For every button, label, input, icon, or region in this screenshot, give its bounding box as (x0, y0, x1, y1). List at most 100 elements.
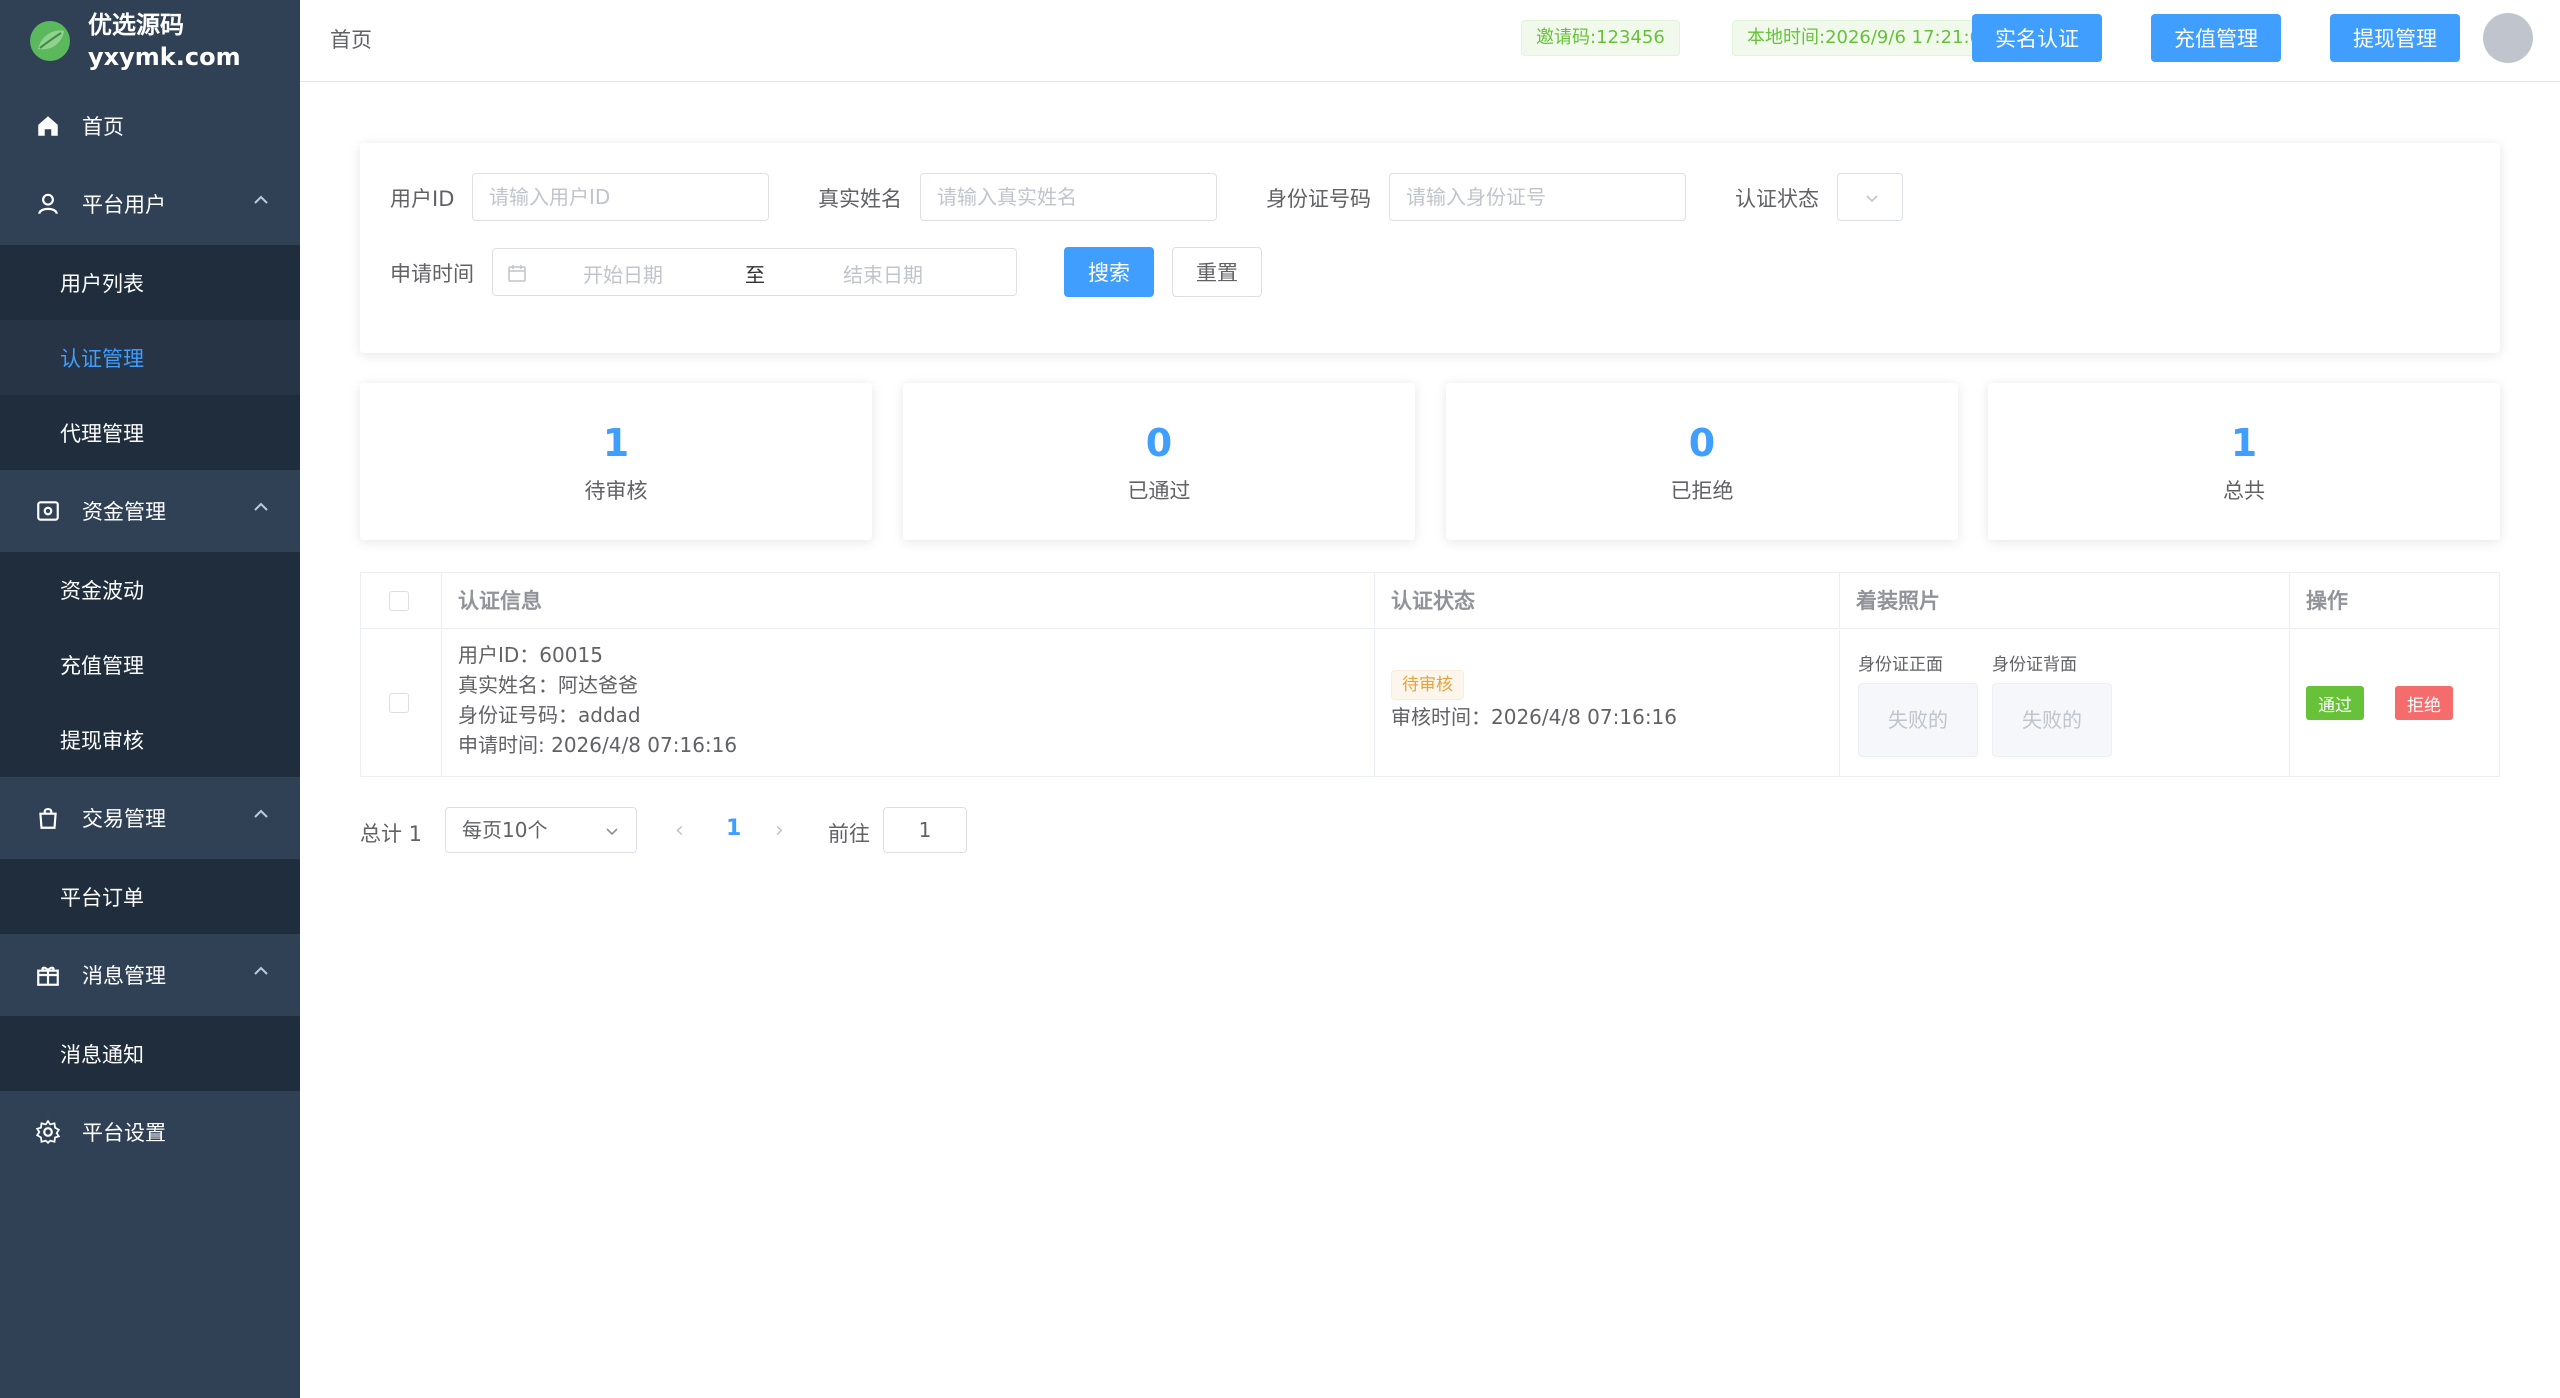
auth-status-cell: 待审核 审核时间：2026/4/8 07:16:16 (1375, 630, 1840, 776)
verification-table: 认证信息 认证状态 着装照片 操作 用户ID：60015 真实姓名：阿达爸爸 身… (360, 572, 2500, 777)
row-id-card: 身份证号码：addad (458, 703, 641, 727)
select-all-checkbox[interactable] (389, 591, 409, 611)
actions-cell: 通过 拒绝 (2290, 630, 2499, 776)
sidebar-item-recharge[interactable]: 充值管理 (0, 627, 300, 702)
sidebar-item-label: 消息通知 (60, 1042, 144, 1067)
pagination-total: 总计 1 (360, 822, 423, 846)
chevron-up-icon (254, 502, 268, 511)
stat-value: 1 (602, 421, 630, 465)
start-date-input[interactable]: 开始日期 (583, 259, 663, 288)
sidebar-item-platform-orders[interactable]: 平台订单 (0, 859, 300, 934)
reject-button[interactable]: 拒绝 (2395, 686, 2453, 720)
leaf-logo-icon (30, 21, 70, 61)
apply-time-label: 申请时间 (390, 262, 474, 286)
sidebar-item-label: 提现审核 (60, 728, 144, 753)
row-apply-time: 申请时间: 2026/4/8 07:16:16 (458, 733, 738, 757)
row-real-name: 真实姓名：阿达爸爸 (458, 673, 638, 697)
header-actions: 操作 (2306, 589, 2348, 613)
status-label: 认证状态 (1735, 187, 1819, 211)
range-separator: 至 (745, 263, 765, 287)
status-select[interactable] (1837, 173, 1903, 221)
goto-label: 前往 (828, 822, 870, 846)
user-id-input[interactable] (472, 173, 769, 221)
sidebar-item-label: 资金波动 (60, 578, 144, 603)
stat-label: 已拒绝 (1670, 479, 1734, 503)
stat-card-total: 1 总共 (1988, 383, 2500, 540)
withdraw-management-button[interactable]: 提现管理 (2330, 14, 2460, 62)
stat-card-pending: 1 待审核 (360, 383, 872, 540)
gift-icon (34, 961, 62, 989)
local-time-tag: 本地时间:2026/9/6 17:21:03 (1732, 20, 2008, 56)
search-button[interactable]: 搜索 (1064, 247, 1154, 297)
sidebar-item-label: 代理管理 (60, 421, 144, 446)
sidebar-item-label: 交易管理 (82, 807, 166, 831)
sidebar-item-trade[interactable]: 交易管理 (0, 777, 300, 859)
id-card-label: 身份证号码 (1266, 187, 1371, 211)
photo-back[interactable]: 失败的 (1992, 683, 2112, 757)
page-number-current[interactable]: 1 (726, 816, 741, 841)
stat-value: 0 (1688, 421, 1716, 465)
real-name-input[interactable] (920, 173, 1217, 221)
photo-back-caption: 身份证背面 (1992, 655, 2077, 675)
chevron-down-icon (1866, 195, 1878, 203)
chevron-up-icon (254, 966, 268, 975)
reset-button[interactable]: 重置 (1172, 247, 1262, 297)
sidebar-item-messages[interactable]: 消息管理 (0, 934, 300, 1016)
sidebar-item-withdraw-review[interactable]: 提现审核 (0, 702, 300, 777)
sidebar-item-label: 消息管理 (82, 964, 166, 988)
sidebar-item-agent[interactable]: 代理管理 (0, 395, 300, 470)
chevron-up-icon (254, 809, 268, 818)
page-size-value: 每页10个 (462, 818, 548, 842)
photo-front[interactable]: 失败的 (1858, 683, 1978, 757)
approve-button[interactable]: 通过 (2306, 686, 2364, 720)
logo[interactable]: 优选源码 yxymk.com (28, 8, 241, 74)
avatar[interactable] (2483, 13, 2533, 63)
sidebar-item-platform-users[interactable]: 平台用户 (0, 163, 300, 245)
row-review-time: 审核时间：2026/4/8 07:16:16 (1391, 705, 1678, 729)
table-header: 认证信息 认证状态 着装照片 操作 (361, 573, 2499, 629)
stat-label: 已通过 (1127, 479, 1191, 503)
row-checkbox[interactable] (389, 693, 409, 713)
date-range-picker[interactable]: 开始日期 至 结束日期 (492, 248, 1017, 296)
home-icon (34, 112, 62, 140)
bag-icon (34, 804, 62, 832)
sidebar-item-label: 平台设置 (82, 1121, 166, 1145)
row-select-cell (361, 630, 442, 776)
sidebar-item-notifications[interactable]: 消息通知 (0, 1016, 300, 1091)
gear-icon (34, 1118, 62, 1146)
goto-page-input[interactable] (883, 807, 967, 853)
logo-title: 优选源码 (88, 11, 184, 39)
next-page-icon[interactable]: › (775, 818, 784, 843)
sidebar-item-funds[interactable]: 资金管理 (0, 470, 300, 552)
sidebar-item-label: 资金管理 (82, 500, 166, 524)
sidebar-item-label: 首页 (82, 114, 124, 139)
user-icon (34, 190, 62, 218)
id-card-input[interactable] (1389, 173, 1686, 221)
sidebar-item-settings[interactable]: 平台设置 (0, 1091, 300, 1173)
sidebar-item-fund-flow[interactable]: 资金波动 (0, 552, 300, 627)
stat-label: 待审核 (584, 479, 648, 503)
sidebar-item-verification[interactable]: 认证管理 (0, 320, 300, 395)
filter-card: 用户ID 真实姓名 身份证号码 认证状态 申请时间 开始日期 至 结束日期 搜索… (360, 143, 2500, 353)
sidebar-item-label: 平台订单 (60, 885, 144, 910)
auth-info-cell: 用户ID：60015 真实姓名：阿达爸爸 身份证号码：addad 申请时间: 2… (442, 630, 1375, 776)
status-badge: 待审核 (1391, 670, 1464, 700)
header-auth-info: 认证信息 (442, 573, 1375, 629)
stat-label: 总共 (2223, 479, 2265, 503)
header-photos: 着装照片 (1840, 573, 2290, 629)
invite-code-tag: 邀请码:123456 (1521, 20, 1680, 56)
realname-auth-button[interactable]: 实名认证 (1972, 14, 2102, 62)
page-size-select[interactable]: 每页10个 (445, 807, 637, 853)
sidebar-item-home[interactable]: 首页 (0, 88, 300, 163)
recharge-management-button[interactable]: 充值管理 (2151, 14, 2281, 62)
sidebar: 优选源码 yxymk.com 首页 平台用户 用户列表 认证管理 代理管理 资金… (0, 0, 300, 1398)
stat-value: 1 (2230, 421, 2258, 465)
end-date-input[interactable]: 结束日期 (843, 259, 923, 288)
sidebar-item-user-list[interactable]: 用户列表 (0, 245, 300, 320)
stat-card-rejected: 0 已拒绝 (1446, 383, 1958, 540)
photo-front-caption: 身份证正面 (1858, 655, 1943, 675)
sidebar-item-label: 用户列表 (60, 271, 144, 296)
breadcrumb[interactable]: 首页 (330, 24, 372, 54)
prev-page-icon[interactable]: ‹ (675, 818, 684, 843)
sidebar-menu: 首页 平台用户 用户列表 认证管理 代理管理 资金管理 资金波动 充值管理 提现… (0, 88, 300, 1173)
